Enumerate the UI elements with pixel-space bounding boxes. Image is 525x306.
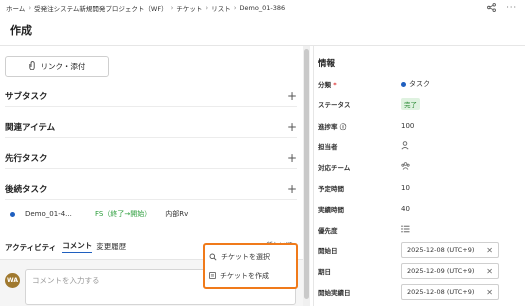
- create-ticket-item[interactable]: ≡ チケットを作成: [209, 268, 294, 283]
- clear-icon[interactable]: ✕: [486, 288, 493, 297]
- select-ticket-label: チケットを選択: [221, 252, 270, 261]
- select-ticket-item[interactable]: チケットを選択: [209, 249, 294, 264]
- field-due-date: 期日 2025-12-09 (UTC+9) ✕: [318, 263, 518, 279]
- field-start-date-label: 開始日: [318, 247, 338, 255]
- task-dot-icon: [401, 81, 406, 87]
- ticket-relation: FS（終了→開始）: [95, 210, 152, 218]
- ticket-type-dot-icon: [10, 211, 15, 217]
- field-actual-hours-label: 実績時間: [318, 206, 344, 214]
- field-status: ステータス 完了: [318, 97, 518, 111]
- field-assignee-label: 担当者: [318, 143, 338, 151]
- field-status-value[interactable]: 完了: [401, 98, 420, 110]
- field-priority: 優先度: [318, 223, 518, 237]
- section-subtask-label: サブタスク: [5, 91, 48, 102]
- create-ticket-label: チケットを作成: [220, 271, 269, 280]
- field-start-date: 開始日 2025-12-08 (UTC+9) ✕: [318, 242, 518, 258]
- field-status-label: ステータス: [318, 101, 351, 109]
- left-panel: リンク・添付 サブタスク + 関連アイテム + 先行タスク + 後続タスク + …: [0, 46, 310, 306]
- ticket-id[interactable]: Demo_01-4...: [25, 210, 81, 218]
- field-progress-value[interactable]: 100: [401, 122, 414, 130]
- field-planned-hours-value[interactable]: 10: [401, 184, 410, 192]
- successor-add-popup: チケットを選択 ≡ チケットを作成: [203, 243, 298, 289]
- add-related-plus-icon[interactable]: +: [287, 121, 297, 133]
- field-progress-label: 進捗率 ⓘ: [318, 123, 347, 131]
- scrollbar-thumb[interactable]: [304, 49, 309, 299]
- left-scrollbar[interactable]: [303, 46, 310, 306]
- person-icon: [401, 140, 409, 152]
- field-team-label: 対応チーム: [318, 164, 351, 172]
- clear-icon[interactable]: ✕: [486, 246, 493, 255]
- field-priority-label: 優先度: [318, 227, 338, 235]
- due-date-input[interactable]: 2025-12-09 (UTC+9) ✕: [401, 263, 499, 279]
- field-priority-value[interactable]: [401, 225, 410, 235]
- section-predecessor: 先行タスク +: [5, 147, 297, 169]
- link-attach-label: リンク・添付: [40, 62, 86, 71]
- status-badge: 完了: [401, 98, 420, 110]
- paperclip-icon: [28, 61, 37, 72]
- new-ticket-icon: ≡: [209, 272, 216, 279]
- top-bar: ホーム › 受発注システム新規開発プロジェクト（WF） › チケット › リスト…: [0, 0, 525, 46]
- activity-heading: アクティビティ: [5, 243, 57, 252]
- field-team-value[interactable]: [401, 162, 410, 172]
- chevron-right-icon: ›: [233, 4, 237, 12]
- breadcrumb-list[interactable]: リスト: [211, 3, 231, 13]
- field-team: 対応チーム: [318, 160, 518, 174]
- field-assignee-value[interactable]: [401, 140, 409, 152]
- breadcrumb: ホーム › 受発注システム新規開発プロジェクト（WF） › チケット › リスト…: [6, 3, 285, 13]
- section-successor: 後続タスク +: [5, 178, 297, 200]
- field-actual-hours: 実績時間 40: [318, 202, 518, 216]
- breadcrumb-home[interactable]: ホーム: [6, 3, 25, 13]
- section-related-label: 関連アイテム: [5, 122, 56, 133]
- info-panel: 情報 分類 * タスク ステータス 完了 進捗率 ⓘ 100 担当者 対応チーム…: [313, 46, 525, 306]
- field-progress: 進捗率 ⓘ 100: [318, 119, 518, 133]
- field-actual-start-label: 開始実績日: [318, 289, 351, 297]
- breadcrumb-current: Demo_01-386: [239, 4, 286, 12]
- add-successor-plus-icon[interactable]: +: [287, 183, 297, 195]
- more-icon[interactable]: ···: [506, 3, 517, 14]
- field-category-value[interactable]: タスク: [401, 79, 430, 89]
- share-icon[interactable]: [487, 3, 497, 14]
- breadcrumb-project[interactable]: 受発注システム新規開発プロジェクト（WF）: [34, 3, 167, 13]
- team-icon: [401, 162, 410, 172]
- tab-comment[interactable]: コメント: [62, 240, 93, 253]
- header-actions: ···: [487, 3, 517, 14]
- search-icon: [209, 253, 217, 261]
- link-attach-button[interactable]: リンク・添付: [5, 56, 109, 77]
- list-icon: [401, 225, 410, 235]
- info-icon: ⓘ: [339, 123, 347, 131]
- field-actual-hours-value[interactable]: 40: [401, 205, 410, 213]
- field-due-date-label: 期日: [318, 268, 331, 276]
- section-successor-label: 後続タスク: [5, 184, 48, 195]
- field-category-label: 分類 *: [318, 81, 337, 89]
- start-date-input[interactable]: 2025-12-08 (UTC+9) ✕: [401, 242, 499, 258]
- field-planned-hours-label: 予定時間: [318, 185, 344, 193]
- info-title: 情報: [318, 59, 336, 69]
- avatar: WA: [5, 273, 20, 288]
- section-predecessor-label: 先行タスク: [5, 153, 48, 164]
- chevron-right-icon: ›: [170, 4, 174, 12]
- page-title: 作成: [10, 24, 32, 37]
- field-assignee: 担当者: [318, 139, 518, 153]
- clear-icon[interactable]: ✕: [486, 267, 493, 276]
- tab-history[interactable]: 変更履歴: [96, 241, 126, 253]
- add-subtask-plus-icon[interactable]: +: [287, 90, 297, 102]
- field-planned-hours: 予定時間 10: [318, 181, 518, 195]
- section-related: 関連アイテム +: [5, 116, 297, 138]
- field-actual-start: 開始実績日 2025-12-08 (UTC+9) ✕: [318, 284, 518, 300]
- chevron-right-icon: ›: [205, 4, 209, 12]
- add-predecessor-plus-icon[interactable]: +: [287, 152, 297, 164]
- successor-ticket-row[interactable]: Demo_01-4... FS（終了→開始） 内部Rv: [10, 207, 290, 221]
- section-subtask: サブタスク +: [5, 85, 297, 107]
- chevron-right-icon: ›: [28, 4, 32, 12]
- ticket-type: 内部Rv: [165, 210, 189, 218]
- actual-start-input[interactable]: 2025-12-08 (UTC+9) ✕: [401, 284, 499, 300]
- breadcrumb-tickets[interactable]: チケット: [176, 3, 202, 13]
- field-category: 分類 * タスク: [318, 77, 518, 91]
